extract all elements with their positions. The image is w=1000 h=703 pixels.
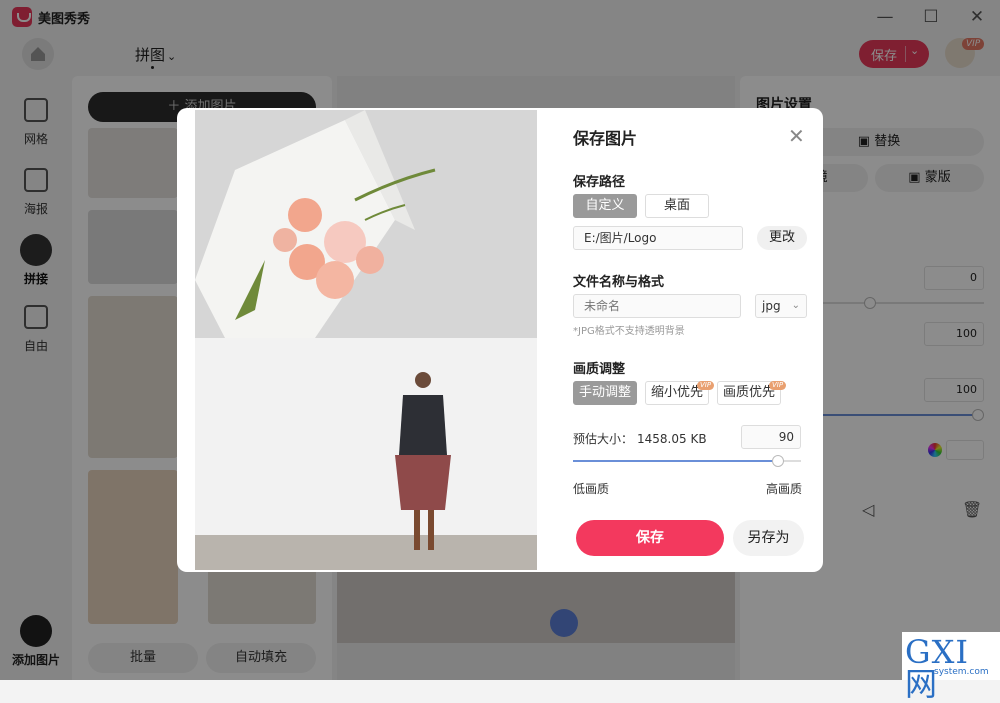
collage-preview-image — [195, 110, 537, 570]
dialog-title: 保存图片 — [573, 129, 638, 148]
chevron-down-icon: ⌄ — [791, 300, 800, 311]
low-quality-label: 低画质 — [573, 482, 610, 496]
format-select[interactable]: jpg ⌄ — [755, 294, 807, 318]
change-path-button[interactable]: 更改 — [757, 226, 807, 250]
save-as-button[interactable]: 另存为 — [733, 520, 804, 556]
image-preview — [195, 110, 537, 570]
format-note: *JPG格式不支持透明背景 — [573, 326, 685, 337]
vip-badge: VIP — [697, 381, 715, 390]
quality-value-input[interactable]: 90 — [741, 425, 801, 449]
save-button[interactable]: 保存 — [576, 520, 724, 556]
quality-label: 画质调整 — [573, 362, 626, 377]
quality-option-manual[interactable]: 手动调整 — [573, 381, 637, 405]
format-value: jpg — [762, 299, 781, 313]
vip-badge: VIP — [769, 381, 787, 390]
close-icon[interactable]: ✕ — [788, 124, 805, 148]
filename-format-label: 文件名称与格式 — [573, 275, 665, 290]
path-option-custom[interactable]: 自定义 — [573, 194, 637, 218]
filename-input[interactable] — [573, 294, 741, 318]
estimated-size-label: 预估大小： — [573, 432, 634, 446]
estimated-size-value: 1458.05 KB — [637, 432, 707, 446]
estimated-size: 预估大小： 1458.05 KB — [573, 430, 707, 447]
high-quality-label: 高画质 — [766, 482, 803, 496]
save-path-field[interactable]: E:/图片/Logo — [573, 226, 743, 250]
watermark-logo: GXI网 system.com — [902, 632, 1000, 700]
path-option-desktop[interactable]: 桌面 — [645, 194, 709, 218]
watermark-subtext: system.com — [934, 667, 989, 677]
quality-slider-fill — [573, 460, 779, 462]
save-path-label: 保存路径 — [573, 175, 626, 190]
